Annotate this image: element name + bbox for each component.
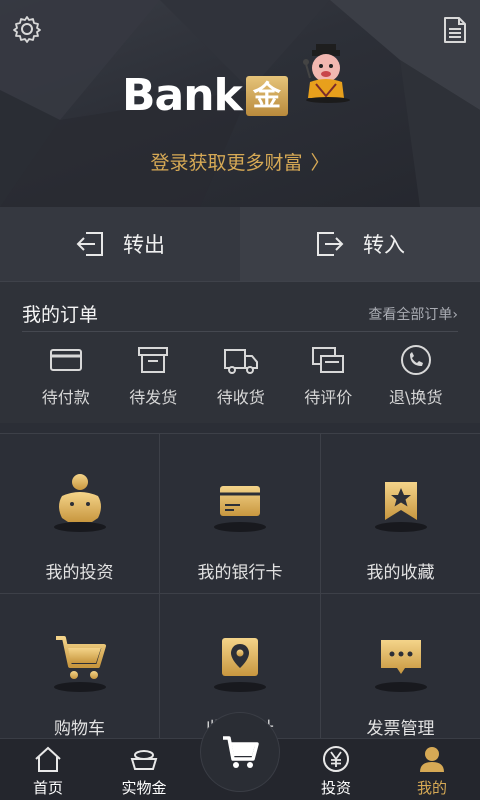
document-icon[interactable]	[442, 16, 468, 44]
tile-label: 我的银行卡	[197, 563, 283, 583]
invoice-message-icon	[380, 640, 421, 674]
order-status-list: 待付款 待发货 待收货 待评价 退\换货	[0, 344, 480, 408]
truck-icon	[223, 349, 258, 374]
logo-text: Bank	[122, 70, 243, 121]
transfer-in-button[interactable]: 转入	[240, 207, 480, 281]
chat-icon	[312, 347, 345, 373]
my-bank-card-tile[interactable]: 我的银行卡	[160, 434, 321, 594]
order-pending-receipt[interactable]: 待收货	[197, 344, 285, 408]
gold-ingot-icon	[130, 750, 158, 770]
transfer-out-button[interactable]: 转出	[0, 207, 240, 281]
chevron-right-icon: ›	[452, 306, 458, 323]
nav-home[interactable]: 首页	[0, 739, 96, 800]
center-cart-button[interactable]	[200, 712, 280, 792]
chevron-right-icon: 〉	[310, 152, 330, 174]
tile-label: 购物车	[54, 719, 105, 739]
order-pending-review[interactable]: 待评价	[285, 344, 373, 408]
order-item-label: 待收货	[216, 388, 265, 407]
icon-shadow	[214, 682, 266, 692]
view-all-orders-text: 查看全部订单	[368, 306, 453, 323]
cart-icon	[55, 636, 106, 679]
user-icon	[420, 747, 444, 772]
home-icon	[35, 746, 61, 772]
cart-icon	[223, 736, 259, 768]
icon-shadow	[374, 682, 427, 692]
shopping-cart-tile[interactable]: 购物车	[0, 594, 160, 739]
bank-gold-logo: Bank 金	[122, 74, 288, 118]
logo-gold-badge: 金	[245, 76, 288, 116]
mascot-icon	[303, 44, 350, 103]
orders-title: 我的订单	[22, 304, 99, 326]
order-item-label: 待发货	[129, 388, 178, 407]
nav-label: 实物金	[121, 779, 167, 797]
tile-label: 发票管理	[366, 719, 435, 739]
order-pending-shipment[interactable]: 待发货	[110, 344, 198, 408]
nav-label: 投资	[320, 779, 351, 797]
nav-physical-gold[interactable]: 实物金	[96, 739, 192, 800]
card-icon	[49, 349, 82, 371]
yen-circle-icon	[323, 746, 349, 772]
tile-label: 我的收藏	[366, 563, 435, 583]
invoice-management-tile[interactable]: 发票管理	[321, 594, 480, 739]
my-favorites-tile[interactable]: 我的收藏	[321, 434, 480, 594]
login-link-text: 登录获取更多财富	[150, 152, 303, 174]
nav-invest[interactable]: 投资	[288, 739, 384, 800]
order-return-exchange[interactable]: 退\换货	[372, 344, 460, 408]
nav-label: 首页	[32, 779, 63, 797]
feature-grid: 我的投资 我的银行卡 我的收藏 购物车 发票管理	[0, 433, 480, 739]
order-pending-payment[interactable]: 待付款	[22, 344, 110, 408]
transfer-bar: 转出 转入	[0, 207, 480, 281]
transfer-out-icon	[76, 232, 103, 256]
my-investment-tile[interactable]: 我的投资	[0, 434, 160, 594]
icon-shadow	[53, 522, 106, 532]
order-item-label: 退\换货	[389, 388, 443, 407]
login-link[interactable]: 登录获取更多财富〉	[0, 148, 480, 175]
nav-label: 我的	[416, 779, 447, 797]
orders-header: 我的订单 查看全部订单›	[22, 296, 458, 332]
transfer-in-label: 转入	[363, 233, 405, 257]
view-all-orders-link[interactable]: 查看全部订单›	[368, 304, 458, 324]
transfer-in-icon	[317, 232, 344, 256]
order-item-label: 待评价	[304, 388, 353, 407]
my-orders-section: 我的订单 查看全部订单› 待付款 待发货 待收货 待评价 退\换货	[0, 281, 480, 423]
phone-icon	[400, 345, 431, 375]
icon-shadow	[374, 522, 427, 532]
location-pin-icon	[222, 638, 258, 676]
box-icon	[138, 347, 169, 373]
nav-me[interactable]: 我的	[384, 739, 480, 800]
icon-shadow	[214, 522, 266, 532]
order-item-label: 待付款	[41, 388, 90, 407]
icon-shadow	[53, 682, 106, 692]
settings-gear-icon[interactable]	[12, 14, 42, 44]
transfer-out-label: 转出	[123, 233, 165, 257]
tile-label: 我的投资	[45, 563, 114, 583]
profile-header: Bank 金 登录获取更多财富〉	[0, 0, 480, 207]
